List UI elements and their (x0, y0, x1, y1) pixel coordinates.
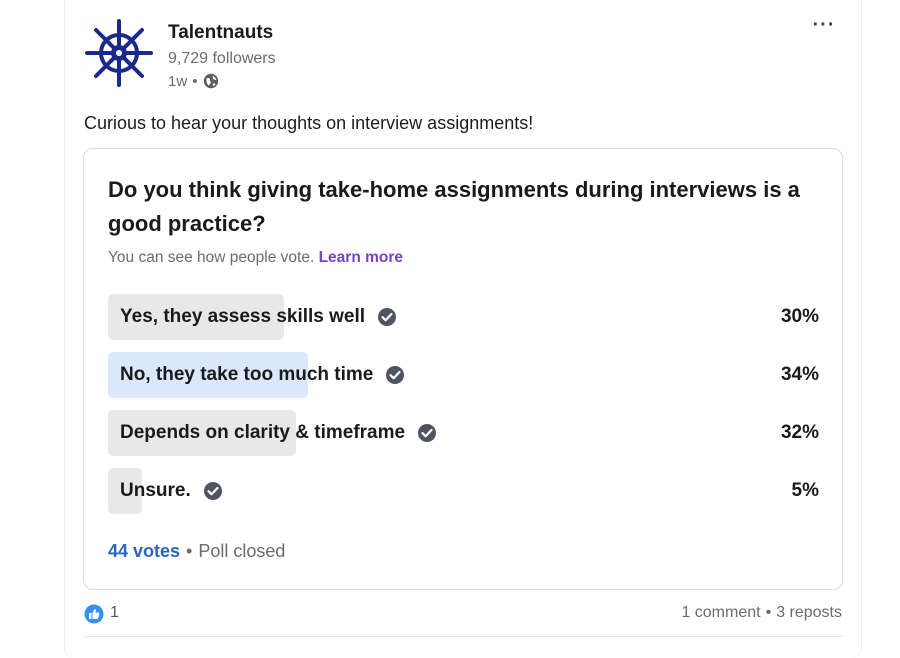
footer-separator: • (186, 541, 193, 561)
option-label: Yes, they assess skills well (120, 306, 366, 327)
poll-option[interactable]: No, they take too much time 34% (108, 352, 819, 398)
option-percent: 34% (780, 364, 819, 385)
poll-visibility-note: You can see how people vote. Learn more (108, 249, 403, 267)
option-percent: 5% (791, 480, 819, 501)
author-name[interactable]: Talentnauts (168, 22, 273, 44)
engagement-summary: 1 comment • 3 reposts (681, 604, 842, 622)
company-logo[interactable] (84, 18, 154, 88)
social-counts: 1 1 comment • 3 reposts (84, 602, 842, 626)
poll-option[interactable]: Depends on clarity & timeframe 32% (108, 410, 819, 456)
like-count[interactable]: 1 (110, 604, 119, 622)
learn-more-link[interactable]: Learn more (319, 249, 403, 266)
option-label: No, they take too much time (120, 364, 374, 385)
meta-separator: • (192, 72, 198, 90)
poll-question: Do you think giving take-home assignment… (108, 177, 800, 236)
reposts-link[interactable]: 3 reposts (776, 604, 842, 622)
check-circle-icon (203, 482, 222, 500)
globe-icon (204, 73, 219, 89)
post-time: 1w (168, 72, 188, 90)
poll-option[interactable]: Unsure. 5% (108, 468, 819, 514)
poll-note-text: You can see how people vote. (108, 249, 315, 266)
post-meta: 1w • (168, 72, 220, 90)
poll-card: Do you think giving take-home assignment… (83, 148, 843, 590)
follower-count: 9,729 followers (168, 50, 276, 67)
post-text: Curious to hear your thoughts on intervi… (84, 113, 534, 133)
option-percent: 32% (780, 422, 819, 443)
votes-link[interactable]: 44 votes (108, 541, 180, 562)
like-reaction-icon[interactable] (84, 604, 104, 624)
poll-footer: 44 votes • Poll closed (108, 541, 285, 562)
more-options-button[interactable]: ··· (808, 14, 840, 40)
option-percent: 30% (780, 306, 819, 327)
divider (84, 636, 842, 637)
engagement-separator: • (765, 604, 772, 621)
comments-link[interactable]: 1 comment (681, 604, 760, 622)
option-label: Unsure. (120, 480, 191, 501)
check-circle-icon (386, 366, 405, 384)
poll-status: Poll closed (198, 541, 286, 561)
check-circle-icon (378, 308, 397, 326)
poll-option[interactable]: Yes, they assess skills well 30% (108, 294, 819, 340)
option-label: Depends on clarity & timeframe (120, 422, 406, 443)
check-circle-icon (418, 424, 437, 442)
